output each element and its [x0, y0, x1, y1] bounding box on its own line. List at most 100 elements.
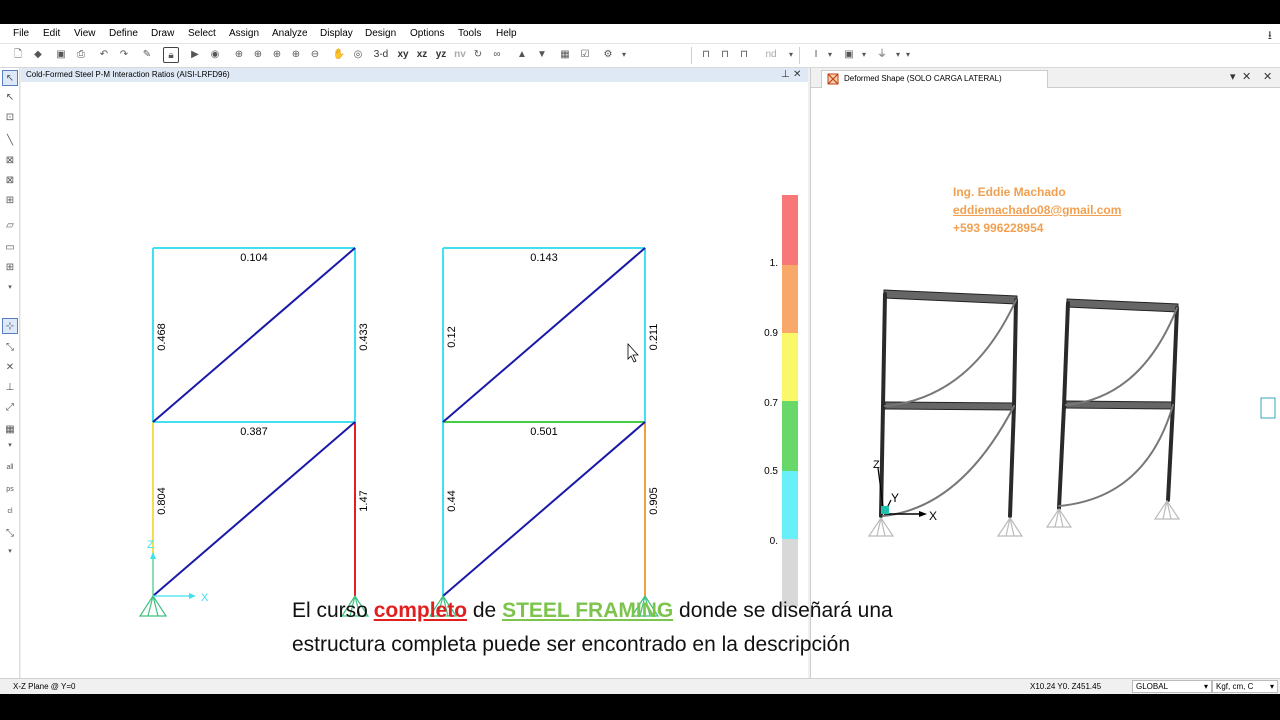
chevron-down-icon: ▾: [1203, 682, 1208, 691]
undo-icon[interactable]: ↶: [96, 47, 112, 63]
side-marker-icon: [1260, 397, 1276, 419]
video-caption: El curso completo de STEEL FRAMING donde…: [292, 594, 893, 662]
view-xy-button[interactable]: xy: [394, 47, 412, 63]
menu-assign[interactable]: Assign: [229, 28, 259, 39]
pointer-icon[interactable]: ↖: [2, 70, 18, 86]
print-icon[interactable]: ⎙: [73, 47, 89, 63]
legend-tick-label: 0.5: [764, 466, 778, 477]
legend-tick-label: 0.9: [764, 328, 778, 339]
snap-perpendicular-icon[interactable]: ⊥: [2, 380, 18, 396]
brace-lower: [152, 421, 356, 597]
menu-file[interactable]: File: [13, 28, 29, 39]
legend-color-segment: [782, 195, 798, 265]
dropdown-arrow-icon[interactable]: ▾: [2, 280, 18, 296]
redo-icon[interactable]: ↷: [116, 47, 132, 63]
menu-edit[interactable]: Edit: [43, 28, 60, 39]
deformed-brace-lower: [882, 405, 1015, 517]
menu-help[interactable]: Help: [496, 28, 517, 39]
quick-braces-icon[interactable]: ⊞: [2, 193, 18, 209]
dropdown-arrow-icon[interactable]: ▾: [856, 47, 872, 63]
frame-icon[interactable]: ⊓: [698, 47, 714, 63]
rotate-icon[interactable]: ◎: [350, 47, 366, 63]
legend-tick-label: 0.: [770, 536, 778, 547]
zoom-out-icon[interactable]: ⊖: [307, 47, 323, 63]
view-yz-button[interactable]: yz: [432, 47, 450, 63]
run-analysis-icon[interactable]: ▶: [187, 47, 203, 63]
run-options-icon[interactable]: ◉: [207, 47, 223, 63]
draw-braces-icon[interactable]: ⊠: [2, 173, 18, 189]
grid-frame-icon[interactable]: ⊓: [736, 47, 752, 63]
reshape-icon[interactable]: ↖: [2, 90, 18, 106]
draw-area-icon[interactable]: ▱: [2, 218, 18, 234]
area-icon[interactable]: ▣: [841, 47, 857, 63]
axis-x-arrow: [919, 511, 927, 517]
move-up-icon[interactable]: ▲: [514, 47, 530, 63]
deformed-beam-top: [1066, 298, 1179, 313]
menu-design[interactable]: Design: [365, 28, 396, 39]
interaction-ratio-view[interactable]: Cold-Formed Steel P-M Interaction Ratios…: [21, 68, 808, 678]
dropdown-arrow-icon[interactable]: ▾: [822, 47, 838, 63]
dropdown-arrow-icon[interactable]: ▾: [2, 438, 18, 454]
dropdown-arrow-icon[interactable]: ▾: [783, 47, 799, 63]
units-select[interactable]: Kgf, cm, C ▾: [1212, 680, 1278, 693]
clear-selection-icon[interactable]: cl: [2, 504, 18, 520]
deformed-shape-view[interactable]: Deformed Shape (SOLO CARGA LATERAL) ▾ ✕ …: [810, 68, 1280, 678]
dropdown-arrow-icon[interactable]: ▾: [2, 544, 18, 560]
menu-view[interactable]: View: [74, 28, 96, 39]
pencil-icon[interactable]: ✎: [139, 47, 155, 63]
zoom-in-step-icon[interactable]: ⊕: [288, 47, 304, 63]
caption-text: de: [467, 599, 503, 622]
frame-bay-icon[interactable]: ⊓: [717, 47, 733, 63]
snap-intersection-icon[interactable]: ✕: [2, 360, 18, 376]
view-3d-button[interactable]: 3-d: [372, 47, 390, 63]
draw-joint-icon[interactable]: ⊡: [2, 110, 18, 126]
new-model-icon[interactable]: 🗋: [10, 47, 26, 63]
check-icon[interactable]: ☑: [577, 47, 593, 63]
menu-bar: File Edit View Define Draw Select Assign…: [0, 24, 1280, 44]
view-xz-button[interactable]: xz: [413, 47, 431, 63]
deformed-brace-upper: [1065, 307, 1178, 406]
link-icon[interactable]: ⏚: [874, 47, 890, 63]
dropdown-arrow-icon[interactable]: ▾: [900, 47, 916, 63]
snap-points-icon[interactable]: ⊹: [2, 318, 18, 334]
axis-x-label: X: [929, 509, 937, 523]
coordinate-system-select[interactable]: GLOBAL ▾: [1132, 680, 1212, 693]
support-icon: [138, 594, 168, 617]
quick-area-icon[interactable]: ⊞: [2, 260, 18, 276]
rotate-view-icon[interactable]: ↻: [470, 47, 486, 63]
move-down-icon[interactable]: ▼: [534, 47, 550, 63]
lock-icon[interactable]: 🔒︎: [163, 47, 179, 63]
view-nv-button[interactable]: nv: [451, 47, 469, 63]
select-all-text-icon[interactable]: all: [2, 460, 18, 476]
menu-draw[interactable]: Draw: [151, 28, 174, 39]
menu-options[interactable]: Options: [410, 28, 444, 39]
tools-icon[interactable]: ⚙: [600, 47, 616, 63]
quick-draw-frame-icon[interactable]: ⊠: [2, 153, 18, 169]
ratio-label-col-left-upper: 0.468: [156, 323, 168, 351]
menu-select[interactable]: Select: [188, 28, 216, 39]
open-icon[interactable]: ◆: [30, 47, 46, 63]
intersecting-line-icon[interactable]: ⤡: [2, 526, 18, 542]
save-icon[interactable]: ▣: [53, 47, 69, 63]
menu-define[interactable]: Define: [109, 28, 138, 39]
nd-button[interactable]: nd: [762, 47, 780, 63]
select-all-icon[interactable]: ▦: [2, 422, 18, 438]
menu-tools[interactable]: Tools: [458, 28, 481, 39]
units-value: Kgf, cm, C: [1216, 682, 1254, 691]
snap-lines-icon[interactable]: ⤢: [2, 400, 18, 416]
ratio-label-col-left-lower: 0.44: [446, 490, 458, 511]
menu-display[interactable]: Display: [320, 28, 353, 39]
axis-x-arrow: [189, 593, 196, 599]
zoom-restore-icon[interactable]: ⊕: [250, 47, 266, 63]
display-options-icon[interactable]: ▦: [557, 47, 573, 63]
perspective-icon[interactable]: ∞: [489, 47, 505, 63]
zoom-window-icon[interactable]: ⊕: [231, 47, 247, 63]
pan-icon[interactable]: ✋: [331, 47, 347, 63]
menu-analyze[interactable]: Analyze: [272, 28, 308, 39]
rect-area-icon[interactable]: ▭: [2, 240, 18, 256]
dropdown-arrow-icon[interactable]: ▾: [616, 47, 632, 63]
draw-frame-icon[interactable]: ╲: [2, 133, 18, 149]
previous-selection-icon[interactable]: ps: [2, 482, 18, 498]
zoom-in-icon[interactable]: ⊕: [269, 47, 285, 63]
snap-ends-icon[interactable]: ⤡: [2, 340, 18, 356]
